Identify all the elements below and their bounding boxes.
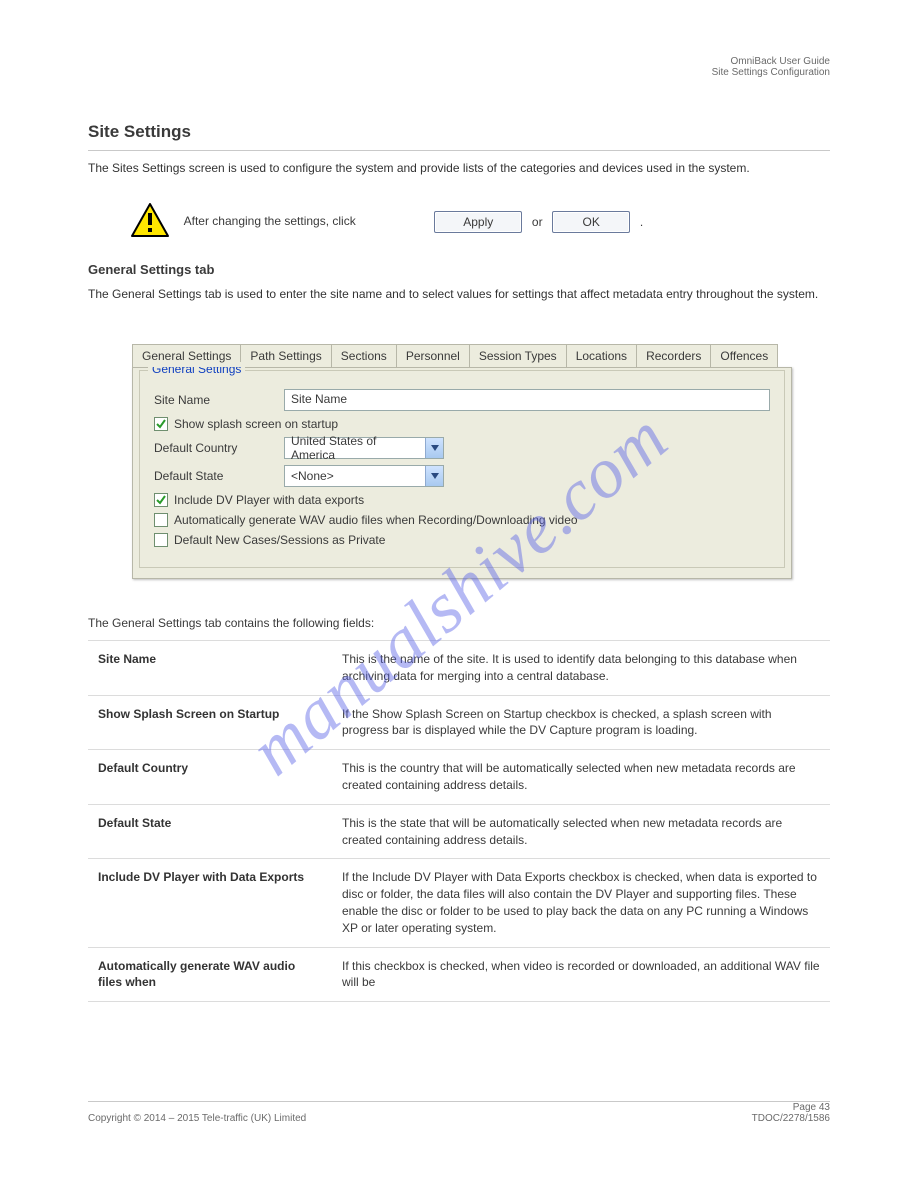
cell-val: This is the country that will be automat… [332, 750, 830, 805]
footer-right: Page 43 TDOC/2278/1586 [752, 1102, 830, 1124]
table-row: Include DV Player with Data ExportsIf th… [88, 859, 830, 947]
state-row: Default State <None> [154, 465, 770, 487]
include-checkbox-label: Include DV Player with data exports [174, 493, 364, 507]
wav-checkbox[interactable] [154, 513, 168, 527]
private-checkbox-row[interactable]: Default New Cases/Sessions as Private [154, 533, 770, 547]
footer-rule [88, 1101, 830, 1102]
cell-val: If the Show Splash Screen on Startup che… [332, 695, 830, 750]
state-value: <None> [291, 469, 334, 483]
wav-checkbox-row[interactable]: Automatically generate WAV audio files w… [154, 513, 770, 527]
warning-text-middle: or [532, 215, 543, 229]
header-line-2: Site Settings Configuration [712, 67, 830, 78]
tab-panel: General Settings Site Name Site Name Sho… [132, 367, 792, 579]
header-line-1: OmniBack User Guide [712, 56, 830, 67]
private-checkbox-label: Default New Cases/Sessions as Private [174, 533, 385, 547]
cell-key: Default State [88, 804, 332, 859]
tab-offences[interactable]: Offences [710, 344, 778, 367]
wav-checkbox-label: Automatically generate WAV audio files w… [174, 513, 578, 527]
table-row: Automatically generate WAV audio files w… [88, 947, 830, 1002]
page-header: OmniBack User Guide Site Settings Config… [712, 56, 830, 78]
warning-text-before: After changing the settings, click [184, 213, 429, 229]
splash-checkbox-label: Show splash screen on startup [174, 417, 338, 431]
tab-path-settings[interactable]: Path Settings [240, 344, 330, 367]
chevron-down-icon [425, 466, 443, 486]
state-select[interactable]: <None> [284, 465, 444, 487]
table-intro: The General Settings tab contains the fo… [88, 616, 830, 630]
section-title: Site Settings [88, 122, 191, 142]
horizontal-rule [88, 150, 830, 151]
site-name-input[interactable]: Site Name [284, 389, 770, 411]
cell-val: If the Include DV Player with Data Expor… [332, 859, 830, 947]
warning-icon [130, 202, 170, 241]
include-checkbox-row[interactable]: Include DV Player with data exports [154, 493, 770, 507]
country-row: Default Country United States of America [154, 437, 770, 459]
intro-paragraph: The Sites Settings screen is used to con… [88, 160, 830, 177]
apply-button[interactable]: Apply [434, 211, 522, 233]
subsection-title: General Settings tab [88, 262, 214, 277]
settings-table: Site NameThis is the name of the site. I… [88, 640, 830, 1002]
general-settings-fieldset: General Settings Site Name Site Name Sho… [139, 370, 785, 568]
tabs-row: General Settings Path Settings Sections … [132, 344, 792, 367]
footer-ref: TDOC/2278/1586 [752, 1113, 830, 1124]
country-label: Default Country [154, 441, 284, 455]
ok-button[interactable]: OK [552, 211, 630, 233]
private-checkbox[interactable] [154, 533, 168, 547]
cell-key: Automatically generate WAV audio files w… [88, 947, 332, 1002]
warning-row: After changing the settings, click Apply… [130, 202, 830, 241]
site-name-label: Site Name [154, 393, 284, 407]
cell-val: This is the state that will be automatic… [332, 804, 830, 859]
footer-page: Page 43 [752, 1102, 830, 1113]
include-checkbox[interactable] [154, 493, 168, 507]
splash-checkbox-row[interactable]: Show splash screen on startup [154, 417, 770, 431]
tab-session-types[interactable]: Session Types [469, 344, 566, 367]
table-row: Default CountryThis is the country that … [88, 750, 830, 805]
site-name-row: Site Name Site Name [154, 389, 770, 411]
tab-locations[interactable]: Locations [566, 344, 636, 367]
cell-val: This is the name of the site. It is used… [332, 641, 830, 696]
chevron-down-icon [425, 438, 443, 458]
table-row: Default StateThis is the state that will… [88, 804, 830, 859]
tab-personnel[interactable]: Personnel [396, 344, 469, 367]
warning-text-after: . [640, 215, 643, 229]
cell-key: Site Name [88, 641, 332, 696]
cell-key: Include DV Player with Data Exports [88, 859, 332, 947]
tab-recorders[interactable]: Recorders [636, 344, 710, 367]
tab-sections[interactable]: Sections [331, 344, 396, 367]
table-row: Show Splash Screen on StartupIf the Show… [88, 695, 830, 750]
settings-dialog: General Settings Path Settings Sections … [132, 344, 792, 579]
table-row: Site NameThis is the name of the site. I… [88, 641, 830, 696]
splash-checkbox[interactable] [154, 417, 168, 431]
country-value: United States of America [291, 434, 421, 462]
subsection-paragraph: The General Settings tab is used to ente… [88, 286, 830, 303]
footer-copyright: Copyright © 2014 – 2015 Tele-traffic (UK… [88, 1113, 306, 1124]
tab-general-settings[interactable]: General Settings [132, 344, 240, 367]
country-select[interactable]: United States of America [284, 437, 444, 459]
cell-key: Show Splash Screen on Startup [88, 695, 332, 750]
cell-key: Default Country [88, 750, 332, 805]
state-label: Default State [154, 469, 284, 483]
cell-val: If this checkbox is checked, when video … [332, 947, 830, 1002]
